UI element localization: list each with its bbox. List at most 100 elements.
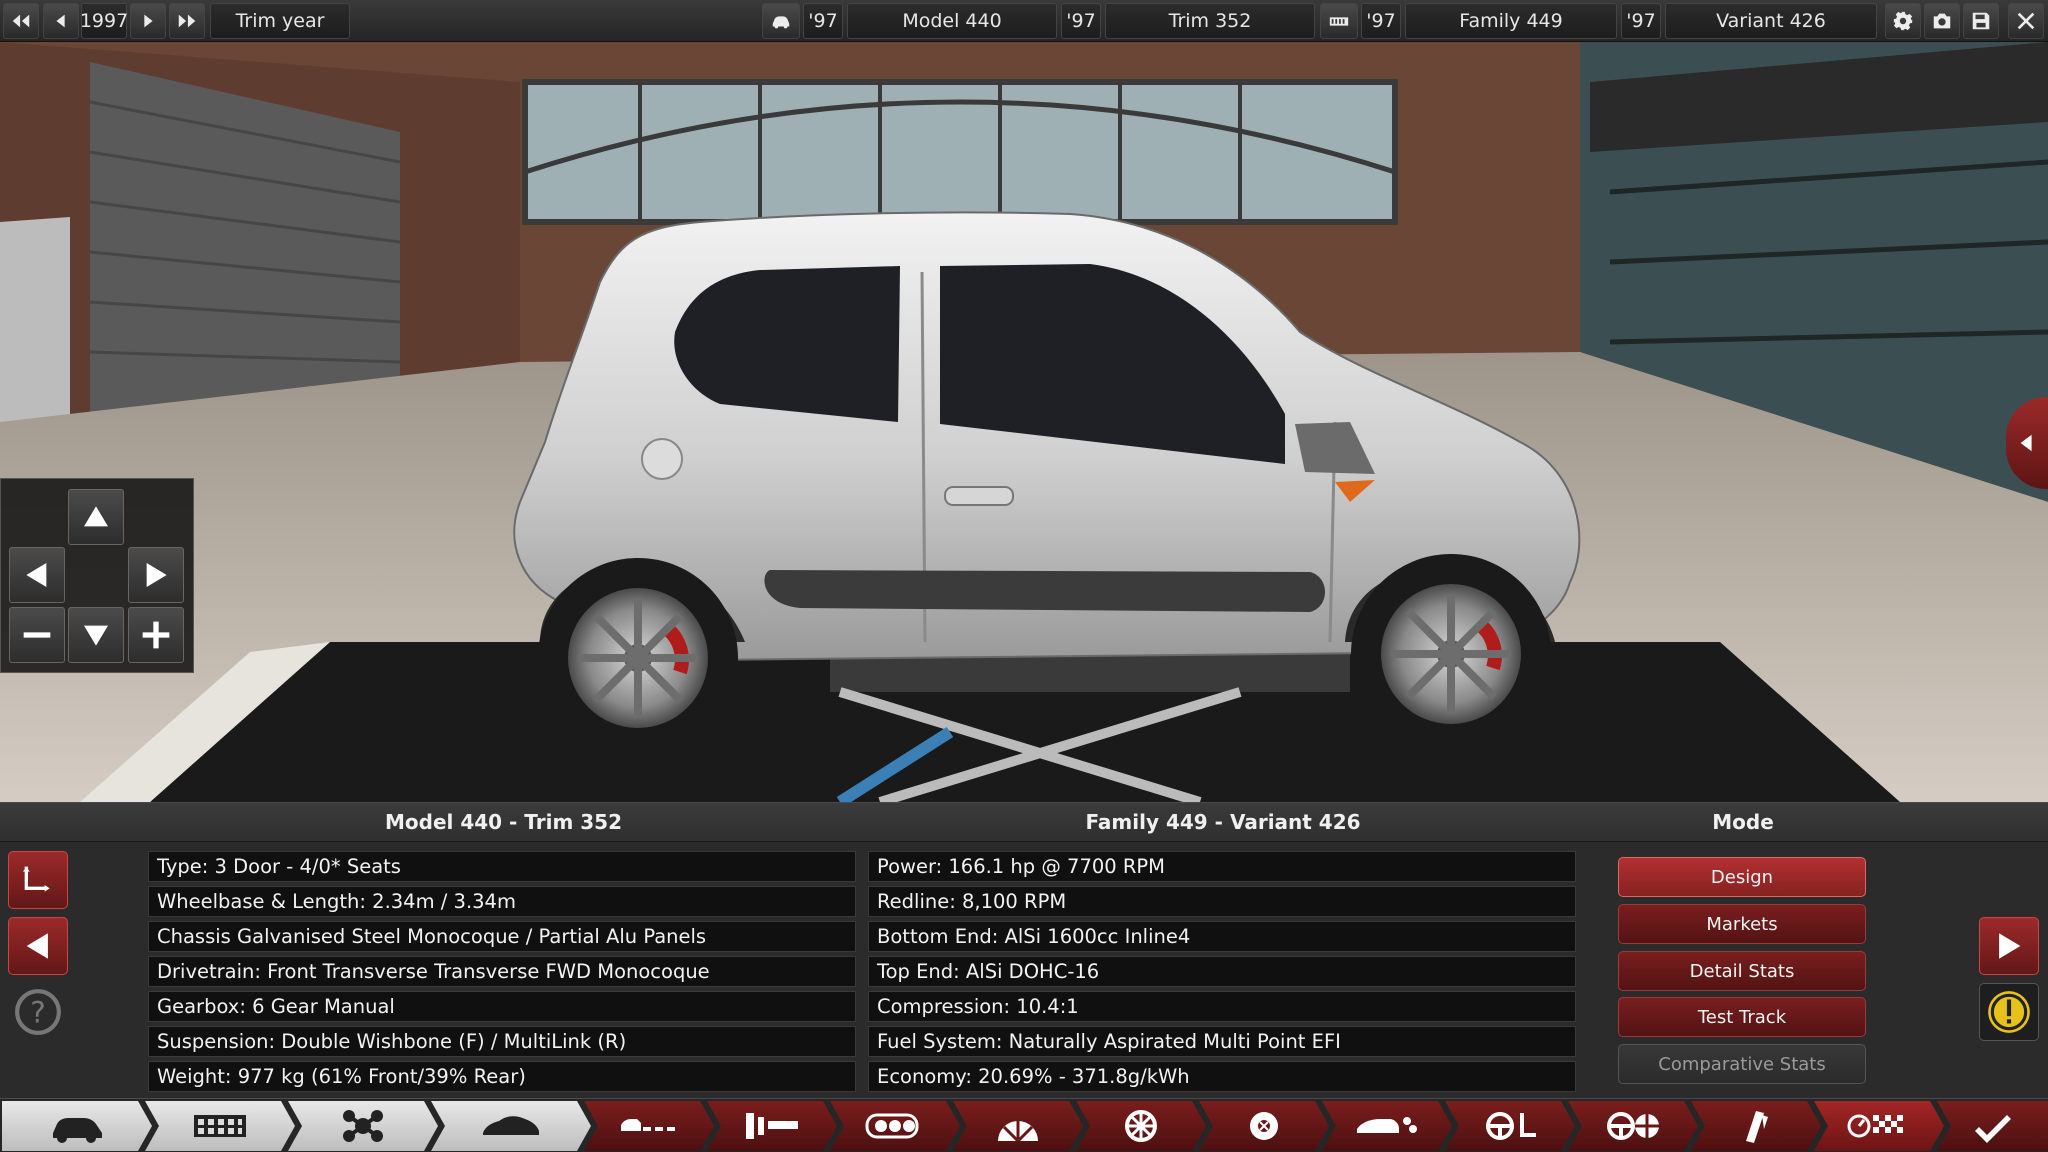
body-icon	[479, 1107, 543, 1145]
engine-stat-row: Top End: AlSi DOHC-16	[868, 956, 1576, 987]
arrow-down-icon	[84, 625, 108, 646]
suspension-icon	[331, 1107, 395, 1145]
zoom-out-button[interactable]	[9, 607, 65, 663]
close-icon	[2017, 12, 2035, 30]
tool-brakes[interactable]	[1199, 1101, 1329, 1151]
minus-icon	[23, 632, 51, 638]
model-name-field[interactable]: Model 440	[847, 3, 1057, 39]
trims-icon	[617, 1107, 681, 1145]
plus-icon	[142, 621, 170, 649]
tool-aero[interactable]	[1322, 1101, 1452, 1151]
corner-icon	[23, 866, 50, 892]
engine-stat-row: Redline: 8,100 RPM	[868, 886, 1576, 917]
next-icon	[144, 14, 153, 28]
tool-tyres[interactable]	[1568, 1101, 1698, 1151]
mode-markets-button[interactable]: Markets	[1618, 904, 1866, 944]
close-button[interactable]	[2008, 3, 2044, 39]
mode-design-button[interactable]: Design	[1618, 857, 1866, 897]
fast-forward-button[interactable]	[169, 3, 205, 39]
save-button[interactable]	[1963, 3, 1999, 39]
engine-icon	[1329, 17, 1349, 26]
tool-interior[interactable]	[707, 1101, 837, 1151]
engine-stat-row: Bottom End: AlSi 1600cc Inline4	[868, 921, 1576, 952]
garage-scene	[0, 42, 2048, 802]
model-panel-title: Model 440 - Trim 352	[144, 803, 864, 842]
help-button[interactable]: ?	[8, 983, 68, 1041]
panel-corner	[0, 803, 145, 842]
mode-comparative-stats-button[interactable]: Comparative Stats	[1618, 1044, 1866, 1084]
engine-stat-row: Economy: 20.69% - 371.8g/kWh	[868, 1061, 1576, 1092]
tool-engine[interactable]	[830, 1101, 960, 1151]
save-icon	[1972, 12, 1990, 30]
family-name-field[interactable]: Family 449	[1405, 3, 1617, 39]
mode-detail-stats-button[interactable]: Detail Stats	[1618, 951, 1866, 991]
camera-down-button[interactable]	[68, 607, 124, 663]
trim-name-field[interactable]: Trim 352	[1105, 3, 1315, 39]
next-button[interactable]	[1979, 917, 2039, 975]
settings-button[interactable]	[1885, 3, 1921, 39]
arrow-right-icon	[146, 563, 167, 587]
tool-steering[interactable]	[1445, 1101, 1575, 1151]
tool-wheels[interactable]	[1076, 1101, 1206, 1151]
tool-testing[interactable]	[1814, 1101, 1944, 1151]
camera-right-button[interactable]	[128, 547, 184, 603]
variant-name-field[interactable]: Variant 426	[1665, 3, 1877, 39]
camera-reset-button[interactable]	[8, 851, 68, 909]
model-stat-row: Suspension: Double Wishbone (F) / MultiL…	[148, 1026, 856, 1057]
engine-stat-row: Power: 166.1 hp @ 7700 RPM	[868, 851, 1576, 882]
test-flag-icon	[1847, 1107, 1911, 1145]
screenshot-button[interactable]	[1924, 3, 1960, 39]
back-button[interactable]	[8, 917, 68, 975]
model-stat-row: Wheelbase & Length: 2.34m / 3.34m	[148, 886, 856, 917]
forward-arrow-icon	[1999, 933, 2021, 959]
design-toolbar	[0, 1098, 2048, 1152]
engine-icon	[863, 1107, 927, 1145]
tool-body[interactable]	[431, 1101, 591, 1151]
model-stat-row: Gearbox: 6 Gear Manual	[148, 991, 856, 1022]
car-icon	[772, 16, 790, 29]
arrow-up-icon	[84, 506, 108, 527]
tool-trims[interactable]	[584, 1101, 714, 1151]
model-stat-row: Chassis Galvanised Steel Monocoque / Par…	[148, 921, 856, 952]
camera-up-button[interactable]	[68, 489, 124, 545]
top-bar: 1997 Trim year '97 Model 440 '97 Trim 35…	[0, 0, 2048, 42]
engine-panel-title: Family 449 - Variant 426	[863, 803, 1584, 842]
camera-control-pad	[0, 478, 194, 673]
prev-icon	[56, 14, 65, 28]
warnings-button[interactable]	[1979, 983, 2039, 1041]
mode-test-track-button[interactable]: Test Track	[1618, 997, 1866, 1037]
model-stat-row: Type: 3 Door - 4/0* Seats	[148, 851, 856, 882]
model-stat-row: Weight: 977 kg (61% Front/39% Rear)	[148, 1061, 856, 1092]
arrow-left-icon	[26, 563, 47, 587]
tool-turbo[interactable]	[953, 1101, 1083, 1151]
tool-chassis[interactable]	[145, 1101, 295, 1151]
garage-viewport[interactable]	[0, 42, 2048, 802]
tool-car-model[interactable]	[2, 1101, 152, 1151]
tool-finish[interactable]	[1937, 1101, 2048, 1151]
car-model-button[interactable]	[762, 3, 800, 39]
camera-icon	[1933, 13, 1951, 29]
panel-corner-right	[1903, 803, 2048, 842]
variant-year: '97	[1621, 3, 1661, 39]
tool-suspension[interactable]	[288, 1101, 438, 1151]
info-panel: Model 440 - Trim 352 Family 449 - Varian…	[0, 802, 2048, 1098]
next-year-button[interactable]	[130, 3, 166, 39]
year-field[interactable]: 1997	[80, 3, 128, 39]
tool-fuel[interactable]	[1691, 1101, 1821, 1151]
model-stat-row: Drivetrain: Front Transverse Transverse …	[148, 956, 856, 987]
camera-left-button[interactable]	[9, 547, 65, 603]
rewind-button[interactable]	[3, 3, 39, 39]
rewind-icon	[12, 14, 30, 28]
fast-forward-icon	[178, 14, 196, 28]
turbo-icon	[986, 1107, 1050, 1145]
family-year: '97	[1361, 3, 1401, 39]
back-arrow-icon	[26, 933, 48, 959]
help-icon: ?	[15, 989, 61, 1035]
svg-text:?: ?	[30, 995, 45, 1029]
model-year: '97	[803, 3, 843, 39]
fuel-icon	[1724, 1107, 1788, 1145]
zoom-in-button[interactable]	[128, 607, 184, 663]
engine-family-button[interactable]	[1320, 3, 1358, 39]
prev-year-button[interactable]	[43, 3, 79, 39]
interior-icon	[740, 1107, 804, 1145]
